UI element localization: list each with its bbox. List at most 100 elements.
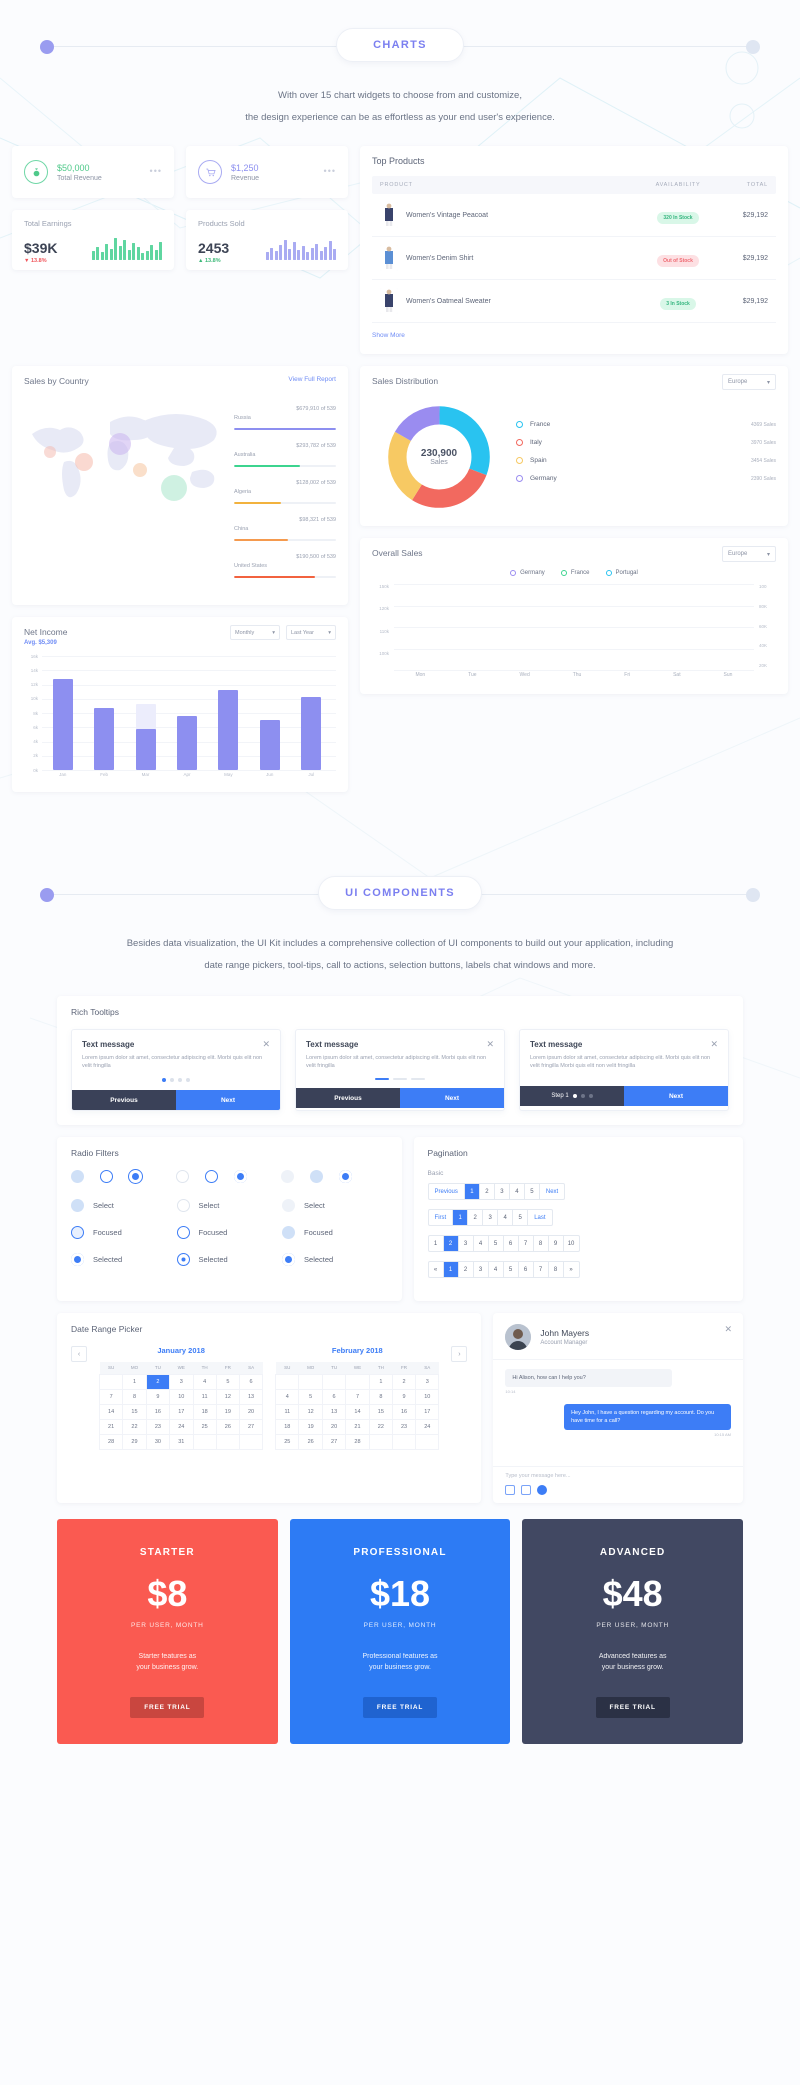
sales-distribution-region-select[interactable]: Europe ▾ bbox=[722, 374, 776, 390]
calendar-day[interactable]: 29 bbox=[122, 1433, 147, 1450]
calendar-day[interactable]: 22 bbox=[122, 1418, 147, 1435]
radio-indicator[interactable] bbox=[71, 1226, 84, 1239]
pagination-item[interactable]: 2 bbox=[480, 1184, 495, 1199]
pagination-item[interactable]: 2 bbox=[459, 1262, 474, 1277]
pagination-item[interactable]: 4 bbox=[474, 1236, 489, 1251]
calendar-day[interactable]: 26 bbox=[215, 1418, 240, 1435]
stat-card-revenue[interactable]: $1,250 Revenue ••• bbox=[186, 146, 348, 198]
calendar-day[interactable]: 10 bbox=[415, 1388, 440, 1405]
pagination-item[interactable]: 1 bbox=[443, 1262, 459, 1277]
pagination-item[interactable]: 5 bbox=[504, 1262, 519, 1277]
free-trial-button[interactable]: FREE TRIAL bbox=[595, 1697, 670, 1718]
stat-card-total-revenue[interactable]: $50,000 Total Revenue ••• bbox=[12, 146, 174, 198]
calendar-day[interactable]: 4 bbox=[192, 1373, 217, 1390]
calendar-day[interactable]: 20 bbox=[238, 1403, 264, 1420]
pagination-item[interactable]: 3 bbox=[483, 1210, 499, 1225]
radio-indicator[interactable] bbox=[71, 1170, 84, 1183]
free-trial-button[interactable]: FREE TRIAL bbox=[362, 1697, 438, 1718]
radio-row[interactable]: Selected bbox=[176, 1253, 283, 1266]
calendar-day[interactable]: 6 bbox=[321, 1388, 347, 1405]
radio-row[interactable]: Selected bbox=[71, 1253, 177, 1266]
calendar-day[interactable]: 24 bbox=[168, 1418, 194, 1435]
calendar-day[interactable]: 1 bbox=[122, 1373, 147, 1390]
calendar-day[interactable]: 11 bbox=[192, 1388, 217, 1405]
show-more-link[interactable]: Show More bbox=[372, 332, 405, 339]
calendar-day[interactable]: 16 bbox=[145, 1403, 170, 1420]
pagination-item[interactable]: 8 bbox=[549, 1262, 564, 1277]
pagination-item[interactable]: 4 bbox=[489, 1262, 504, 1277]
tooltip-dots[interactable] bbox=[72, 1078, 280, 1090]
calendar-day[interactable]: 1 bbox=[368, 1373, 393, 1390]
pagination-item[interactable]: Next bbox=[540, 1184, 564, 1199]
calendar-day[interactable]: 25 bbox=[192, 1418, 217, 1435]
tooltip-next-button[interactable]: Next bbox=[400, 1088, 504, 1108]
radio-indicator[interactable] bbox=[282, 1253, 296, 1266]
calendar-day[interactable] bbox=[415, 1433, 440, 1450]
calendar-day[interactable]: 30 bbox=[145, 1433, 170, 1450]
tooltip-next-button[interactable]: Next bbox=[624, 1086, 728, 1106]
net-income-period-select[interactable]: Monthly ▾ bbox=[230, 625, 280, 640]
attachment-icon[interactable] bbox=[505, 1485, 516, 1495]
radio-indicator[interactable] bbox=[281, 1170, 294, 1183]
pagination-control[interactable]: «1 2 3 4 5 6 7 8» bbox=[427, 1261, 580, 1278]
calendar-day[interactable]: 14 bbox=[345, 1403, 370, 1420]
calendar-day[interactable]: 15 bbox=[368, 1403, 393, 1420]
legend-item[interactable]: France bbox=[560, 570, 590, 576]
calendar-day[interactable] bbox=[275, 1373, 300, 1390]
send-icon[interactable] bbox=[537, 1485, 548, 1495]
radio-row[interactable]: Select bbox=[282, 1199, 388, 1212]
radio-indicator[interactable] bbox=[339, 1170, 352, 1183]
calendar-day[interactable]: 18 bbox=[192, 1403, 217, 1420]
calendar-day[interactable]: 7 bbox=[98, 1388, 124, 1405]
bar[interactable] bbox=[52, 678, 73, 770]
pagination-item[interactable]: 10 bbox=[564, 1236, 579, 1251]
radio-row[interactable]: Select bbox=[176, 1199, 283, 1212]
calendar-day[interactable]: 23 bbox=[391, 1418, 417, 1435]
calendar-day[interactable]: 21 bbox=[345, 1418, 370, 1435]
legend-item[interactable]: Portugal bbox=[605, 570, 638, 576]
tooltip-previous-button[interactable]: Previous bbox=[296, 1088, 400, 1108]
stat-card-products-sold[interactable]: Products Sold 2453 ▲ 13.8% bbox=[186, 210, 348, 270]
pagination-item[interactable]: 6 bbox=[519, 1262, 534, 1277]
calendar-day[interactable]: 3 bbox=[168, 1373, 194, 1390]
tooltip-next-button[interactable]: Next bbox=[176, 1090, 280, 1110]
close-icon[interactable]: ✕ bbox=[710, 1039, 718, 1050]
calendar-day[interactable]: 5 bbox=[215, 1373, 240, 1390]
calendar-day[interactable]: 31 bbox=[168, 1433, 194, 1450]
net-income-range-select[interactable]: Last Year ▾ bbox=[286, 625, 336, 640]
pagination-item[interactable]: 1 bbox=[453, 1210, 469, 1225]
calendar-day[interactable]: 26 bbox=[298, 1433, 323, 1450]
chat-input-placeholder[interactable]: Type your message here... bbox=[505, 1473, 731, 1479]
radio-row[interactable]: Selected bbox=[282, 1253, 388, 1266]
overall-sales-region-select[interactable]: Europe ▾ bbox=[722, 546, 776, 562]
close-icon[interactable]: ✕ bbox=[262, 1039, 270, 1050]
radio-indicator[interactable] bbox=[176, 1199, 190, 1212]
pagination-item[interactable]: « bbox=[429, 1262, 444, 1277]
radio-indicator[interactable] bbox=[234, 1170, 247, 1183]
radio-indicator[interactable] bbox=[176, 1253, 190, 1266]
pagination-item[interactable]: 9 bbox=[549, 1236, 564, 1251]
radio-indicator[interactable] bbox=[71, 1199, 84, 1212]
next-month-button[interactable]: › bbox=[451, 1346, 468, 1362]
world-map[interactable] bbox=[24, 400, 234, 508]
view-full-report-link[interactable]: View Full Report bbox=[288, 376, 336, 383]
calendar-day[interactable] bbox=[321, 1373, 347, 1390]
calendar-day[interactable]: 19 bbox=[298, 1418, 323, 1435]
calendar-day[interactable] bbox=[368, 1433, 393, 1450]
legend-item[interactable]: Germany bbox=[510, 570, 545, 576]
pagination-item[interactable]: 1 bbox=[464, 1184, 480, 1199]
image-icon[interactable] bbox=[521, 1485, 532, 1495]
calendar-day[interactable]: 13 bbox=[238, 1388, 264, 1405]
radio-indicator[interactable] bbox=[282, 1226, 296, 1239]
pagination-item[interactable]: 1 bbox=[429, 1236, 444, 1251]
calendar-day[interactable]: 8 bbox=[122, 1388, 147, 1405]
radio-indicator[interactable] bbox=[176, 1170, 189, 1183]
radio-row[interactable]: Select bbox=[71, 1199, 177, 1212]
calendar-day[interactable] bbox=[391, 1433, 417, 1450]
radio-row[interactable]: Focused bbox=[176, 1226, 283, 1239]
more-options-icon[interactable]: ••• bbox=[150, 166, 162, 176]
calendar-day[interactable]: 24 bbox=[415, 1418, 440, 1435]
calendar-day[interactable]: 25 bbox=[275, 1433, 300, 1450]
table-row[interactable]: Women's Denim Shirt Out of Stock $29,192 bbox=[372, 237, 776, 280]
calendar-day[interactable]: 7 bbox=[345, 1388, 370, 1405]
